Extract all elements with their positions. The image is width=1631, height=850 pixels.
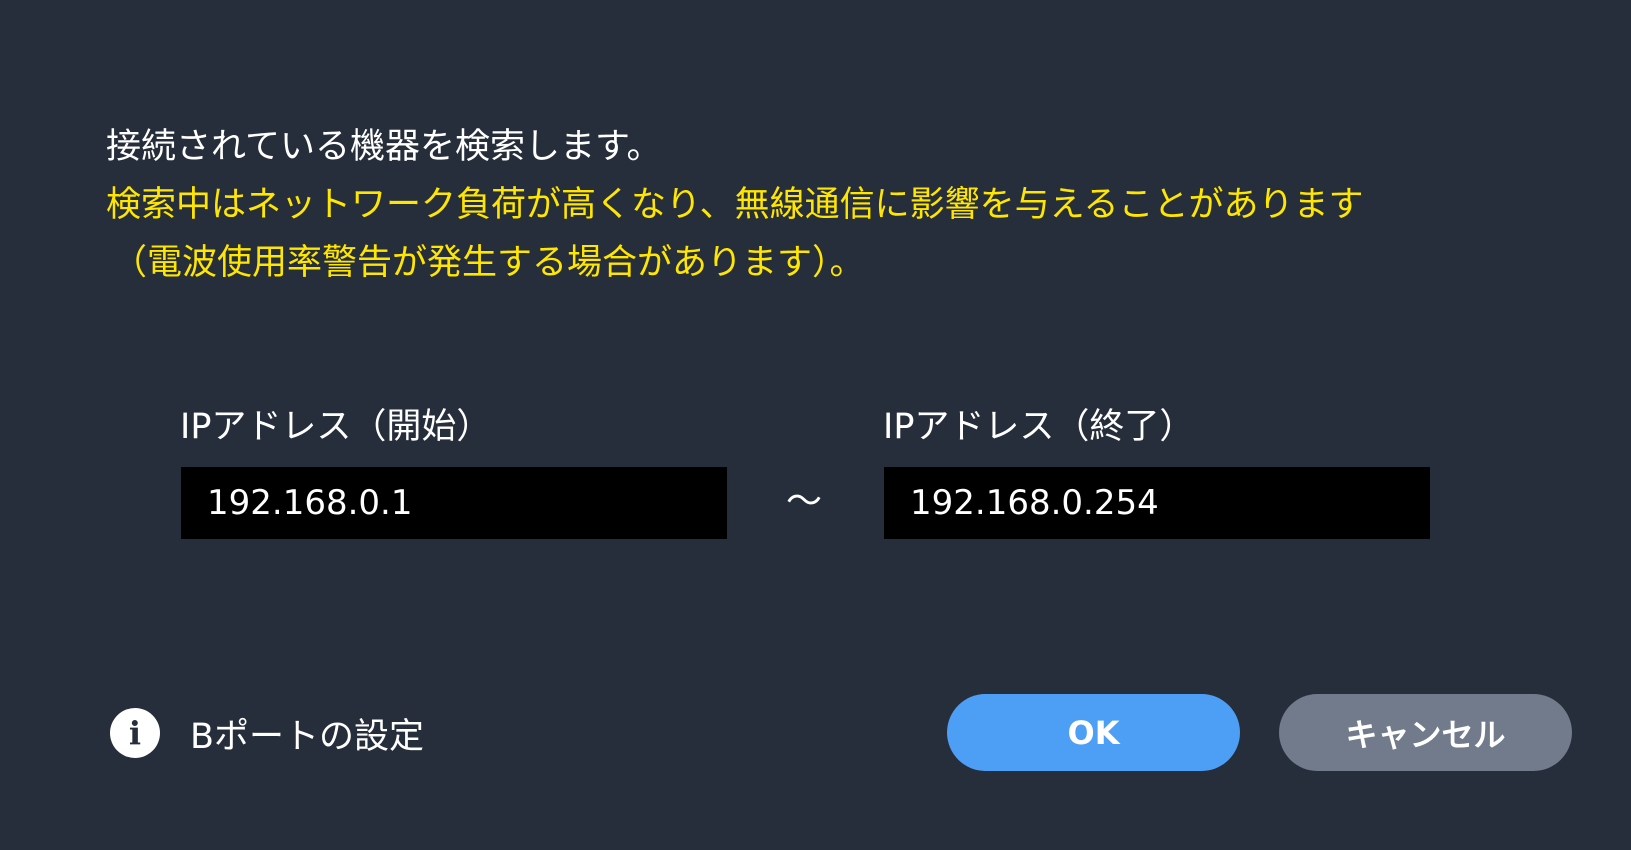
- ip-start-label: IPアドレス（開始）: [180, 407, 492, 447]
- cancel-button[interactable]: キャンセル: [1279, 694, 1572, 771]
- ok-button[interactable]: OK: [947, 694, 1240, 771]
- bport-settings-label: Bポートの設定: [190, 716, 425, 757]
- info-icon: i: [110, 708, 160, 758]
- ip-start-input[interactable]: [181, 467, 727, 539]
- warning-text-line-2: （電波使用率警告が発生する場合があります）。: [112, 243, 865, 283]
- bport-settings-link[interactable]: i Bポートの設定: [110, 706, 424, 760]
- range-separator: ～: [786, 481, 823, 522]
- warning-text-line-1: 検索中はネットワーク負荷が高くなり、無線通信に影響を与えることがあります: [106, 185, 1364, 225]
- ip-end-label: IPアドレス（終了）: [883, 407, 1195, 447]
- search-description: 接続されている機器を検索します。: [106, 127, 662, 167]
- ip-end-input[interactable]: [884, 467, 1430, 539]
- device-search-dialog: 接続されている機器を検索します。 検索中はネットワーク負荷が高くなり、無線通信に…: [0, 0, 1631, 850]
